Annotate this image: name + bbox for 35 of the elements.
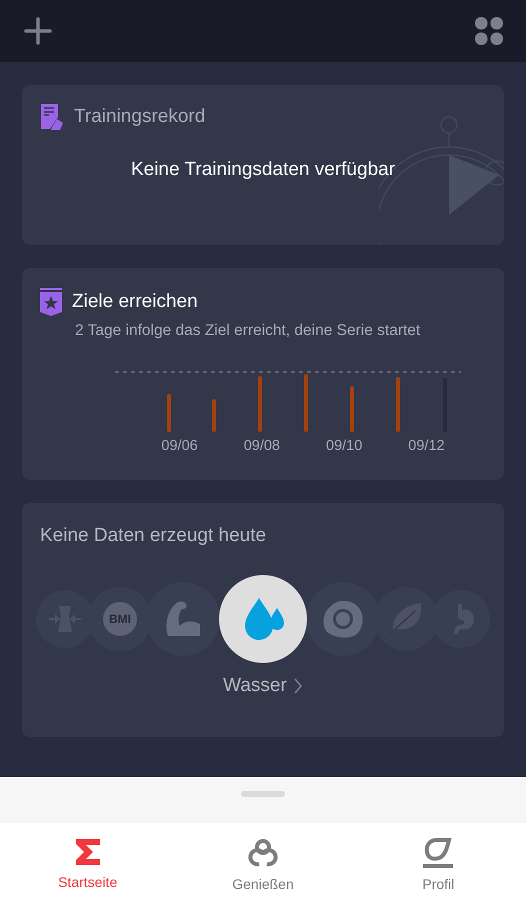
profile-icon [423, 838, 454, 868]
fried-egg-icon [323, 600, 363, 638]
knot-icon [248, 838, 278, 868]
flexed-arm-icon [164, 600, 202, 638]
nav-tab[interactable]: Profil [350, 823, 526, 900]
bmi-label: BMI [103, 602, 137, 636]
date-label: 09/06 [161, 438, 198, 454]
add-icon[interactable] [23, 16, 53, 46]
nav-tab[interactable]: Genießen [175, 823, 351, 900]
date-label: 09/08 [244, 438, 280, 454]
chart-bar [212, 399, 216, 432]
empty-message: Keine Trainingsdaten verfügbar [130, 159, 396, 181]
chart-bar [167, 394, 171, 432]
chart-bar [304, 374, 308, 432]
date-label: 09/12 [408, 438, 445, 454]
leaf-icon [389, 603, 423, 635]
note-icon [40, 103, 64, 131]
sigma-icon [74, 838, 101, 866]
streak-text: 2 Tage infolge das Ziel erreicht, deine Serie startet [75, 322, 422, 340]
nav-tab[interactable]: Startseite [0, 823, 176, 900]
chart-bar [396, 377, 400, 432]
badge-icon [40, 288, 62, 316]
record-card[interactable]: Trainingsrekord Keine Trainingsdaten verfügbar [22, 85, 504, 245]
card-title: Trainingsrekord [74, 106, 206, 128]
grid-icon[interactable] [475, 17, 503, 45]
metric-link[interactable]: Wasser [223, 675, 303, 697]
chevron-right-icon [292, 677, 303, 695]
goals-card[interactable]: Ziele erreichen 2 Tage infolge das Ziel erreicht, deine Serie startet 09/06 09/08 09/10 09/12 [22, 268, 504, 480]
today-card[interactable]: Keine Daten erzeugt heute BMI Wasser [22, 503, 504, 737]
chart-bar [258, 376, 262, 432]
chart-bar [350, 386, 354, 432]
date-label: 09/10 [326, 438, 362, 454]
drag-handle[interactable] [241, 791, 285, 797]
card-title: Keine Daten erzeugt heute [40, 525, 268, 547]
card-title: Ziele erreichen [72, 291, 198, 313]
